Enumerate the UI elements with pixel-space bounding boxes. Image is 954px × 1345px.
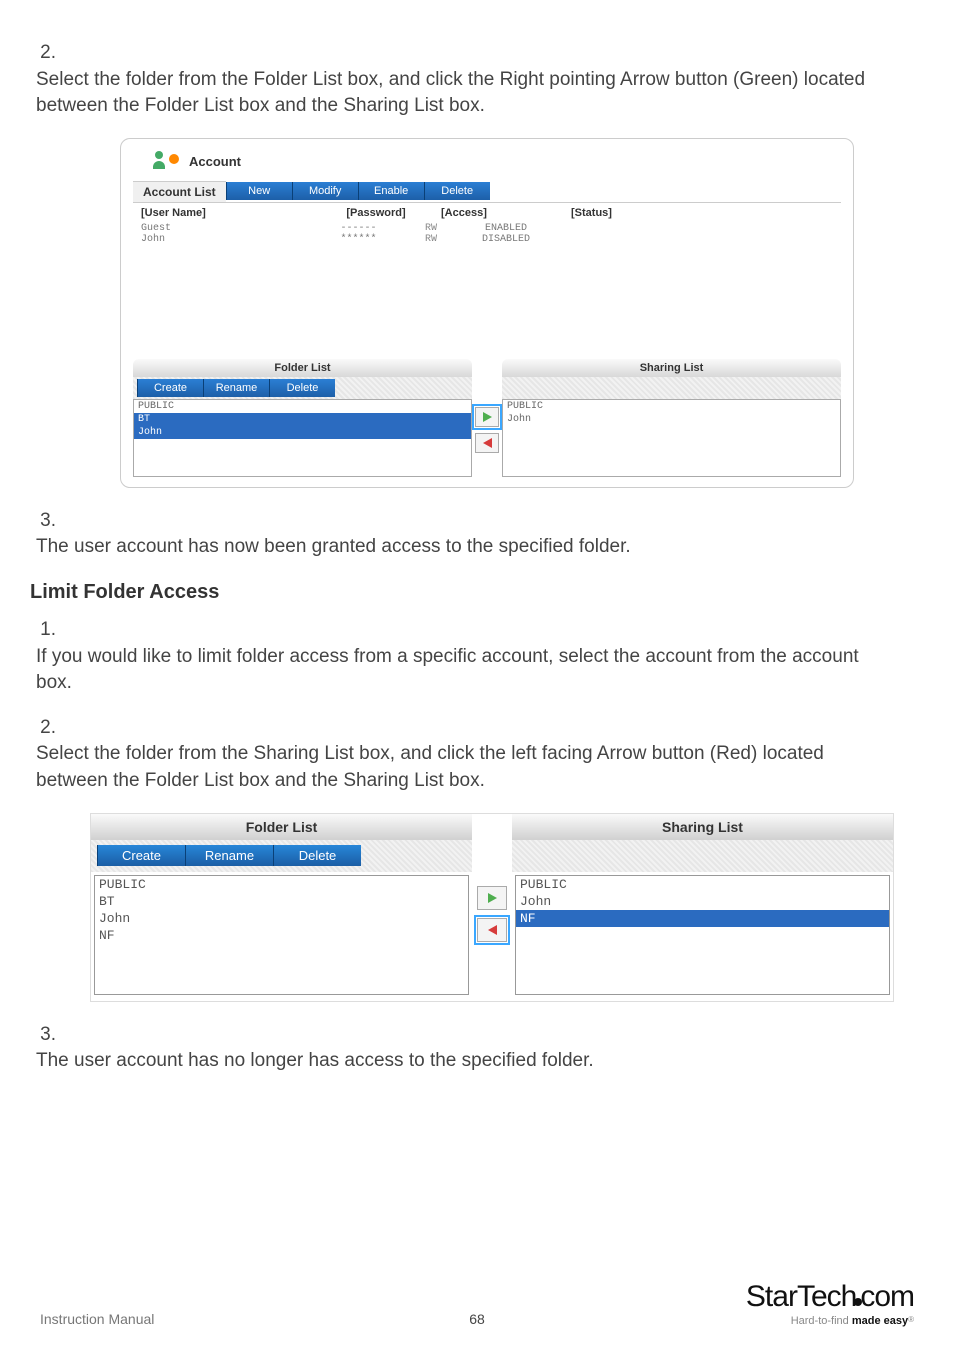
list-item[interactable]: John [95,910,468,927]
delete-button[interactable]: Delete [424,182,490,200]
instruction-step-2: 2. Select the folder from the Folder Lis… [30,40,924,120]
brand-block: StarTechcom Hard-to-find made easy® [746,1282,914,1327]
cell-user: John [141,234,311,245]
list-item[interactable]: BT [95,893,468,910]
account-table-body: Guest ------ RW ENABLED John ****** RW D… [133,223,841,345]
enable-button[interactable]: Enable [358,182,424,200]
list-item[interactable]: PUBLIC [516,876,889,893]
list-item[interactable]: BT [134,413,471,426]
step-number: 3. [30,508,56,535]
create-button[interactable]: Create [137,379,203,397]
cell-user: Guest [141,223,311,234]
list-item[interactable]: NF [95,927,468,944]
limit-folder-access-heading: Limit Folder Access [30,579,924,605]
arrow-left-icon [483,438,492,448]
list-item[interactable]: John [134,426,471,439]
step-text: Select the folder from the Folder List b… [36,67,894,120]
cell-rw: RW [406,234,441,245]
cell-access: ENABLED [441,223,571,234]
rename-button-2[interactable]: Rename [185,845,273,866]
step-text: Select the folder from the Sharing List … [36,741,894,794]
instruction-step-3: 3. The user account has now been granted… [30,508,924,561]
step-number: 2. [30,40,56,67]
users-icon [153,151,181,173]
sharing-list-box[interactable]: PUBLIC John [502,399,841,477]
col-username: [User Name] [141,207,311,219]
folder-list-header-2: Folder List [91,814,472,840]
list-item[interactable]: PUBLIC [134,400,471,413]
move-right-button-2[interactable] [477,886,507,910]
brand-suffix: com [860,1280,914,1313]
cell-access: DISABLED [441,234,571,245]
panel-title: Account [189,154,241,169]
folder-list-box-2[interactable]: PUBLIC BT John NF [94,875,469,995]
account-table-header: [User Name] [Password] [Access] [Status] [133,202,841,223]
folder-delete-button[interactable]: Delete [269,379,335,397]
limit-step-2: 2. Select the folder from the Sharing Li… [30,715,924,795]
list-item[interactable]: PUBLIC [503,400,840,413]
sharing-list-header: Sharing List [502,359,841,377]
arrow-right-icon [488,893,497,903]
create-button-2[interactable]: Create [97,845,185,866]
step-text: If you would like to limit folder access… [36,644,894,697]
folder-list-box[interactable]: PUBLIC BT John [133,399,472,477]
table-row[interactable]: Guest ------ RW ENABLED [133,223,841,234]
arrow-left-icon [488,925,497,935]
list-item[interactable]: PUBLIC [95,876,468,893]
step-number: 2. [30,715,56,742]
footer-left: Instruction Manual [40,1311,154,1327]
cell-pw: ------ [311,223,406,234]
cell-pw: ****** [311,234,406,245]
sharing-list-header-2: Sharing List [512,814,893,840]
move-right-button[interactable] [475,407,499,427]
move-left-button[interactable] [475,433,499,453]
list-item[interactable]: NF [516,910,889,927]
cell-rw: RW [406,223,441,234]
new-button[interactable]: New [226,182,292,200]
step-text: The user account has no longer has acces… [36,1048,894,1075]
limit-step-3: 3. The user account has no longer has ac… [30,1022,924,1075]
page-number: 68 [469,1311,485,1327]
account-list-label: Account List [133,181,226,202]
brand-logo: StarTechcom [746,1282,914,1312]
table-row[interactable]: John ****** RW DISABLED [133,234,841,245]
limit-step-1: 1. If you would like to limit folder acc… [30,617,924,697]
list-item[interactable]: John [516,893,889,910]
col-access: [Access] [441,207,571,219]
sharing-list-box-2[interactable]: PUBLIC John NF [515,875,890,995]
modify-button[interactable]: Modify [292,182,358,200]
folder-list-header: Folder List [133,359,472,377]
folder-screenshot-2: Folder List Create Rename Delete PUBLIC … [90,813,894,1002]
list-item[interactable]: John [503,413,840,426]
brand-tagline: Hard-to-find made easy® [746,1316,914,1327]
step-text: The user account has now been granted ac… [36,534,894,561]
delete-button-2[interactable]: Delete [273,845,361,866]
move-left-button-2[interactable] [477,918,507,942]
arrow-right-icon [483,412,492,422]
step-number: 3. [30,1022,56,1049]
col-status: [Status] [571,207,691,219]
brand-name: StarTech [746,1280,856,1313]
step-number: 1. [30,617,56,644]
col-password: [Password] [311,207,441,219]
page-footer: Instruction Manual 68 StarTechcom Hard-t… [40,1282,914,1327]
rename-button[interactable]: Rename [203,379,269,397]
account-screenshot: Account Account List New Modify Enable D… [120,138,854,488]
